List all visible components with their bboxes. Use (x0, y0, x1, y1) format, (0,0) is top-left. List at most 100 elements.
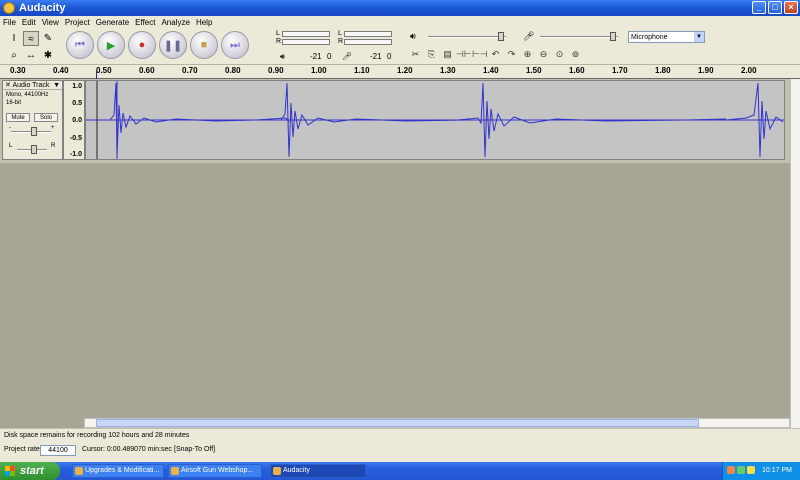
ruler-tick: 1.90 (698, 66, 714, 75)
pan-left-label: L (9, 143, 13, 149)
transport-toolbar: ⏮ ▶ ● ❚❚ ■ ⏭ (66, 31, 249, 59)
envelope-tool-icon[interactable]: ≈ (23, 31, 39, 46)
solo-button[interactable]: Solo (34, 113, 58, 122)
record-button[interactable]: ● (128, 31, 156, 59)
ruler-tick: 1.70 (612, 66, 628, 75)
menu-view[interactable]: View (42, 18, 59, 27)
input-volume-slider[interactable] (610, 32, 616, 41)
maximize-button[interactable]: □ (768, 1, 782, 14)
track-header[interactable]: ✕ Audio Track ▼ (3, 81, 62, 90)
disk-space-status: Disk space remains for recording 102 hou… (4, 432, 190, 439)
waveform-area[interactable] (85, 80, 785, 160)
mute-button[interactable]: Mute (6, 113, 30, 122)
track-control-panel: ✕ Audio Track ▼ Mono, 44100Hz 16-bit Mut… (2, 80, 63, 160)
output-volume-slider[interactable] (498, 32, 504, 41)
draw-tool-icon[interactable]: ✎ (40, 31, 56, 46)
ruler-tick: 1.20 (397, 66, 413, 75)
project-rate-field[interactable]: 44100 (40, 445, 76, 456)
scale-label: -1.0 (69, 151, 82, 158)
menu-generate[interactable]: Generate (96, 18, 129, 27)
menu-bar: File Edit View Project Generate Effect A… (0, 16, 800, 28)
ruler-tick: 1.80 (655, 66, 671, 75)
cut-icon[interactable]: ✂ (408, 47, 423, 61)
redo-icon[interactable]: ↷ (504, 47, 519, 61)
menu-help[interactable]: Help (196, 18, 212, 27)
input-meter-zero: 0 (387, 52, 392, 61)
timeshift-tool-icon[interactable]: ↔ (23, 48, 39, 63)
stop-button[interactable]: ■ (190, 31, 218, 59)
track-bits: 16-bit (6, 100, 22, 106)
copy-icon[interactable]: ⎘ (424, 47, 439, 61)
output-meter-db: -21 (310, 52, 322, 61)
undo-icon[interactable]: ↶ (488, 47, 503, 61)
output-meter-r: R (276, 38, 282, 45)
input-meter[interactable]: L R 🎤︎ -21 0 (336, 30, 396, 64)
vertical-scrollbar[interactable] (790, 79, 800, 428)
timeline-ruler[interactable]: 0.30 0.40 0.50 0.60 0.70 0.80 0.90 1.00 … (0, 65, 800, 79)
tray-icon[interactable] (727, 466, 735, 474)
trim-icon[interactable]: ⊣⊢ (456, 47, 472, 61)
edit-toolbar: ✂ ⎘ ▤ ⊣⊢ ⊢⊣ ↶ ↷ ⊕ ⊖ ⊙ ⊚ (408, 47, 583, 61)
menu-effect[interactable]: Effect (135, 18, 155, 27)
skip-end-button[interactable]: ⏭ (221, 31, 249, 59)
menu-analyze[interactable]: Analyze (161, 18, 189, 27)
output-meter-l: L (276, 30, 280, 37)
fit-selection-icon[interactable]: ⊙ (552, 47, 567, 61)
tray-icon[interactable] (747, 466, 755, 474)
horizontal-scrollbar[interactable] (84, 418, 790, 428)
ruler-tick: 1.50 (526, 66, 542, 75)
play-icon: ▶ (106, 39, 116, 52)
pause-button[interactable]: ❚❚ (159, 31, 187, 59)
chevron-down-icon: ▼ (694, 32, 704, 42)
start-button[interactable]: start (0, 462, 60, 480)
output-meter[interactable]: L R 🔊︎ -21 0 (274, 30, 334, 64)
ruler-tick: 1.60 (569, 66, 585, 75)
multi-tool-icon[interactable]: ✱ (40, 48, 56, 63)
skip-start-icon: ⏮ (75, 38, 85, 51)
fit-project-icon[interactable]: ⊚ (568, 47, 583, 61)
audacity-app-icon (3, 2, 15, 14)
gain-slider[interactable] (31, 127, 37, 136)
pan-slider[interactable] (31, 145, 37, 154)
cursor-position: Cursor: 0:00.489070 min:sec (82, 446, 172, 453)
output-volume-icon: 🔊︎ (410, 31, 416, 41)
selection-tool-icon[interactable]: I (6, 31, 22, 46)
scale-label: 0.5 (72, 100, 82, 107)
gain-plus-label: + (51, 125, 55, 131)
close-button[interactable]: × (784, 1, 798, 14)
zoom-out-icon[interactable]: ⊖ (536, 47, 551, 61)
tray-icon[interactable] (737, 466, 745, 474)
skip-start-button[interactable]: ⏮ (66, 31, 94, 59)
close-track-icon[interactable]: ✕ (5, 82, 11, 89)
waveform (86, 81, 784, 159)
track-menu-chevron-icon[interactable]: ▼ (53, 81, 60, 90)
ruler-tick: 0.30 (10, 66, 26, 75)
taskbar-item-active[interactable]: Audacity (270, 464, 366, 478)
menu-edit[interactable]: Edit (22, 18, 36, 27)
ruler-tick: 0.90 (268, 66, 284, 75)
track-panel: ✕ Audio Track ▼ Mono, 44100Hz 16-bit Mut… (0, 79, 790, 163)
scale-label: -0.5 (69, 135, 82, 142)
minimize-button[interactable]: _ (752, 1, 766, 14)
silence-icon[interactable]: ⊢⊣ (472, 47, 488, 61)
clock: 10:17 PM (762, 467, 792, 474)
horizontal-scroll-thumb[interactable] (96, 419, 699, 427)
menu-file[interactable]: File (3, 18, 16, 27)
taskbar: start Upgrades & Modificati... Airsoft G… (0, 462, 800, 480)
track-name[interactable]: Audio Track (12, 82, 49, 89)
input-meter-db: -21 (370, 52, 382, 61)
zoom-in-icon[interactable]: ⊕ (520, 47, 535, 61)
paste-icon[interactable]: ▤ (440, 47, 455, 61)
input-meter-l: L (338, 30, 342, 37)
menu-project[interactable]: Project (65, 18, 90, 27)
ruler-tick: 0.60 (139, 66, 155, 75)
taskbar-item[interactable]: Airsoft Gun Webshop... (168, 464, 262, 478)
taskbar-item[interactable]: Upgrades & Modificati... (72, 464, 164, 478)
record-icon: ● (138, 39, 146, 51)
input-volume-icon: 🎤︎ (523, 31, 535, 41)
project-rate-label: Project rate: (4, 446, 42, 453)
pause-icon: ❚❚ (163, 39, 183, 52)
input-source-select[interactable]: Microphone ▼ (628, 31, 705, 43)
zoom-tool-icon[interactable]: ⌕ (6, 48, 22, 63)
play-button[interactable]: ▶ (97, 31, 125, 59)
